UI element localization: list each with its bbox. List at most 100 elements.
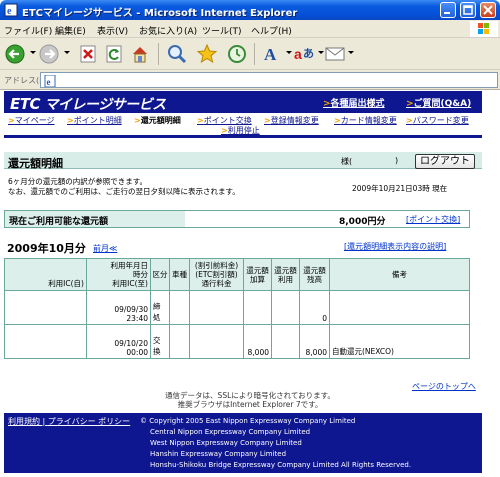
star-icon — [196, 43, 218, 64]
minimize-button[interactable] — [440, 2, 456, 18]
section-header: 還元額明細 様( ) — [4, 152, 482, 170]
windows-logo — [470, 21, 498, 37]
refund-detail-table: 利用IC(自) 利用年月日 時分 利用IC(至) 区分 車種 (割引前料金) (… — [4, 258, 470, 359]
balance-label: 現在ご利用可能な還元額 — [5, 211, 185, 227]
svg-text:e: e — [7, 6, 12, 17]
address-input[interactable]: e — [40, 72, 498, 88]
month-label: 2009年10月分 — [7, 242, 86, 255]
cell-car — [169, 324, 190, 359]
copyright-line: © Copyright 2005 East Nippon Expressway … — [140, 417, 356, 425]
mail-dropdown-arrow[interactable] — [348, 51, 354, 54]
home-icon — [133, 47, 147, 63]
cell-datetime: 09/09/30 23:40 — [86, 290, 151, 325]
site-header: ETC マイレージサービス >各種届出様式 >ご質問(Q&A) — [4, 91, 482, 113]
cell-route — [4, 324, 87, 359]
ssl-line: 通信データは、SSLにより暗号化されております。 — [165, 391, 335, 400]
refresh-button[interactable] — [104, 43, 124, 65]
notice-line: 6ヶ月分の還元額の内訳が参照できます。 — [8, 177, 148, 186]
col-header-car: 車種 — [169, 258, 190, 291]
stop-button[interactable] — [78, 43, 98, 65]
table-header-row: 利用IC(自) 利用年月日 時分 利用IC(至) 区分 車種 (割引前料金) (… — [4, 258, 470, 291]
previous-month-link[interactable]: 前月≪ — [93, 243, 117, 254]
footer-links: 利用規約 | プライバシー ポリシー — [8, 416, 130, 427]
window-title: ETCマイレージサービス - Microsoft Internet Explor… — [22, 8, 298, 19]
close-icon — [483, 5, 493, 15]
history-icon — [228, 45, 246, 63]
arrow-bullet-icon: > — [406, 116, 413, 125]
nav-point-detail[interactable]: >ポイント明細 — [67, 115, 122, 126]
page-icon: e — [44, 75, 56, 87]
col-header-note: 備考 — [329, 258, 470, 291]
close-button[interactable] — [480, 2, 496, 18]
back-dropdown-arrow[interactable] — [30, 51, 36, 54]
browser-line: 推奨ブラウザはInternet Explorer 7です。 — [177, 400, 323, 409]
menu-help[interactable]: ヘルプ(H) — [251, 24, 292, 37]
cell-car — [169, 290, 190, 325]
fonts-dropdown-arrow[interactable] — [286, 51, 292, 54]
nav-registration-change[interactable]: >登録情報変更 — [264, 115, 319, 126]
ie-app-icon: e — [4, 3, 18, 17]
copyright-line: West Nippon Expressway Company Limited — [150, 439, 302, 447]
nav-refund-detail[interactable]: >還元額明細 — [134, 115, 181, 126]
cell-fare — [189, 324, 244, 359]
copyright-line: Hanshin Expressway Company Limited — [150, 450, 287, 458]
site-logo[interactable]: ETC マイレージサービス — [10, 94, 166, 114]
translate-button[interactable]: aあ — [294, 43, 318, 65]
arrow-bullet-icon: > — [221, 126, 228, 135]
arrow-bullet-icon: > — [67, 116, 74, 125]
terms-link[interactable]: 利用規約 — [8, 417, 40, 426]
nav-card-change[interactable]: >カード情報変更 — [334, 115, 397, 126]
forms-link[interactable]: >各種届出様式 — [323, 96, 385, 109]
arrow-bullet-icon: > — [334, 116, 341, 125]
cell-add — [243, 290, 272, 325]
table-row: 09/09/30 23:40 締処 0 — [4, 290, 470, 325]
page-title: 還元額明細 — [8, 157, 63, 170]
cell-use — [271, 290, 300, 325]
forward-dropdown-arrow[interactable] — [64, 51, 70, 54]
sub-navigation: >マイページ >ポイント明細 >還元額明細 >ポイント交換 >登録情報変更 >カ… — [4, 113, 482, 138]
fonts-button[interactable]: A — [262, 43, 284, 65]
refresh-icon — [106, 45, 122, 63]
menu-tools[interactable]: ツール(T) — [202, 24, 242, 37]
display-explanation-link[interactable]: [還元額明細表示内容の説明] — [344, 241, 446, 252]
logout-button[interactable]: ログアウト — [415, 154, 475, 169]
translate-icon: aあ — [294, 46, 314, 62]
user-name-prefix: 様( — [341, 157, 353, 166]
menu-view[interactable]: 表示(V) — [97, 24, 128, 37]
col-header-add: 還元額 加算 — [243, 258, 272, 291]
nav-mypage[interactable]: >マイページ — [8, 115, 55, 126]
menu-file[interactable]: ファイル(F) — [4, 24, 52, 37]
cell-kubun: 交換 — [150, 324, 170, 359]
stop-icon — [80, 45, 96, 63]
toolbar-separator — [158, 43, 159, 65]
menu-favorites[interactable]: お気に入り(A) — [139, 24, 197, 37]
arrow-bullet-icon: > — [8, 116, 15, 125]
point-exchange-link[interactable]: [ポイント交換] — [406, 214, 460, 225]
mail-button[interactable] — [324, 43, 346, 65]
forward-button[interactable] — [38, 43, 62, 65]
search-button[interactable] — [166, 43, 188, 65]
favorites-button[interactable] — [196, 43, 218, 65]
home-button[interactable] — [130, 43, 150, 65]
history-button[interactable] — [226, 43, 248, 65]
nav-stop-use[interactable]: >利用停止 — [221, 125, 260, 136]
faq-link[interactable]: >ご質問(Q&A) — [406, 96, 471, 109]
cell-note — [329, 290, 470, 325]
maximize-button[interactable] — [460, 2, 476, 18]
col-header-datetime: 利用年月日 時分 利用IC(至) — [86, 258, 151, 291]
menu-bar: ファイル(F) 編集(E) 表示(V) お気に入り(A) ツール(T) ヘルプ(… — [0, 20, 500, 38]
svg-text:a: a — [294, 46, 302, 62]
cell-fare — [189, 290, 244, 325]
menu-edit[interactable]: 編集(E) — [55, 24, 86, 37]
svg-text:あ: あ — [303, 47, 314, 60]
nav-password-change[interactable]: >パスワード変更 — [406, 115, 469, 126]
minimize-icon — [444, 12, 450, 14]
ssl-notice: 通信データは、SSLにより暗号化されております。 推奨ブラウザはInternet… — [0, 391, 500, 409]
col-header-use: 還元額 利用 — [271, 258, 300, 291]
logo-text: マイレージサービス — [44, 97, 166, 113]
user-name-suffix: ) — [395, 156, 399, 165]
footer-separator: | — [42, 417, 46, 426]
title-bar: e ETCマイレージサービス - Microsoft Internet Expl… — [0, 0, 500, 20]
privacy-link[interactable]: プライバシー ポリシー — [48, 417, 130, 426]
back-button[interactable] — [4, 43, 28, 65]
